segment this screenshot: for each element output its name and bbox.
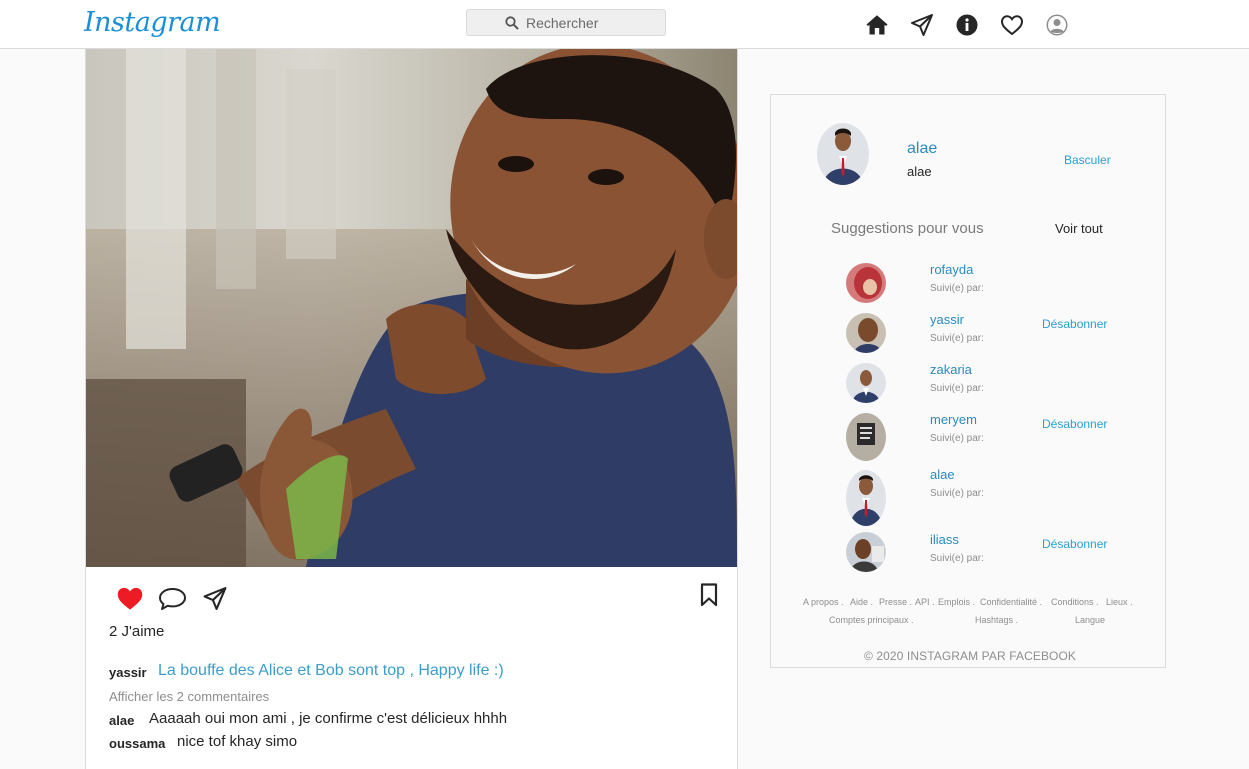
info-icon[interactable] (955, 13, 979, 37)
instagram-logo[interactable]: Instagram (84, 7, 221, 38)
footer-link[interactable]: Emplois . (938, 597, 975, 607)
search-icon (505, 16, 519, 30)
suggestion-username[interactable]: yassir (930, 312, 964, 327)
view-comments-link[interactable]: Afficher les 2 commentaires (109, 689, 269, 704)
caption-username[interactable]: yassir (109, 665, 147, 680)
comment-icon[interactable] (158, 587, 187, 611)
caption-text: La bouffe des Alice et Bob sont top , Ha… (158, 662, 504, 679)
footer-link[interactable]: Lieux . (1106, 597, 1133, 607)
footer-link[interactable]: Langue (1075, 615, 1105, 625)
heart-icon[interactable] (1000, 13, 1024, 37)
switch-account-link[interactable]: Basculer (1064, 153, 1111, 167)
profile-fullname: alae (907, 164, 932, 179)
footer-link[interactable]: Aide . (850, 597, 873, 607)
unfollow-button[interactable]: Désabonner (1042, 417, 1107, 431)
copyright: © 2020 INSTAGRAM PAR FACEBOOK (864, 649, 1077, 663)
suggestion-username[interactable]: alae (930, 467, 955, 482)
avatar[interactable] (817, 123, 869, 185)
suggestion-followed-by: Suivi(e) par: (930, 553, 984, 564)
post-card: 2 J'aime yassir La bouffe des Alice et B… (85, 49, 738, 769)
footer-link[interactable]: API . (915, 597, 935, 607)
footer-link[interactable]: Comptes principaux . (829, 615, 914, 625)
search-input[interactable]: Rechercher (466, 9, 666, 36)
footer-link[interactable]: A propos . (803, 597, 844, 607)
unfollow-button[interactable]: Désabonner (1042, 537, 1107, 551)
share-icon[interactable] (202, 586, 228, 611)
profile-icon[interactable] (1045, 13, 1069, 37)
unfollow-button[interactable]: Désabonner (1042, 317, 1107, 331)
like-heart-icon[interactable] (116, 585, 144, 611)
avatar[interactable] (846, 263, 886, 303)
avatar[interactable] (846, 363, 886, 403)
comment-text: nice tof khay simo (177, 733, 298, 750)
see-all-link[interactable]: Voir tout (1055, 221, 1103, 236)
suggestion-followed-by: Suivi(e) par: (930, 283, 984, 294)
suggestion-followed-by: Suivi(e) par: (930, 433, 984, 444)
likes-count[interactable]: 2 J'aime (109, 623, 164, 640)
suggestion-followed-by: Suivi(e) par: (930, 333, 984, 344)
suggestion-username[interactable]: meryem (930, 412, 977, 427)
home-icon[interactable] (865, 13, 889, 37)
suggestion-followed-by: Suivi(e) par: (930, 383, 984, 394)
suggestion-username[interactable]: iliass (930, 532, 959, 547)
bookmark-icon[interactable] (700, 583, 718, 607)
avatar[interactable] (846, 413, 886, 461)
avatar[interactable] (846, 532, 886, 572)
sidebar-panel: alae alae Basculer Suggestions pour vous… (770, 94, 1166, 668)
suggestion-username[interactable]: zakaria (930, 362, 972, 377)
footer-link[interactable]: Confidentialité . (980, 597, 1042, 607)
top-navbar: Instagram Rechercher (0, 0, 1249, 49)
footer-link[interactable]: Conditions . (1051, 597, 1099, 607)
footer-link[interactable]: Presse . (879, 597, 912, 607)
suggestions-title: Suggestions pour vous (831, 220, 984, 237)
avatar[interactable] (846, 313, 886, 353)
comment-username[interactable]: oussama (109, 736, 165, 751)
suggestion-followed-by: Suivi(e) par: (930, 488, 984, 499)
comment-username[interactable]: alae (109, 713, 134, 728)
post-photo[interactable] (86, 49, 737, 567)
comment-text: Aaaaah oui mon ami , je confirme c'est d… (149, 710, 508, 727)
suggestion-username[interactable]: rofayda (930, 262, 973, 277)
avatar[interactable] (846, 470, 886, 526)
profile-username[interactable]: alae (907, 140, 937, 158)
search-placeholder: Rechercher (526, 14, 599, 31)
footer-link[interactable]: Hashtags . (975, 615, 1018, 625)
direct-icon[interactable] (910, 13, 934, 37)
